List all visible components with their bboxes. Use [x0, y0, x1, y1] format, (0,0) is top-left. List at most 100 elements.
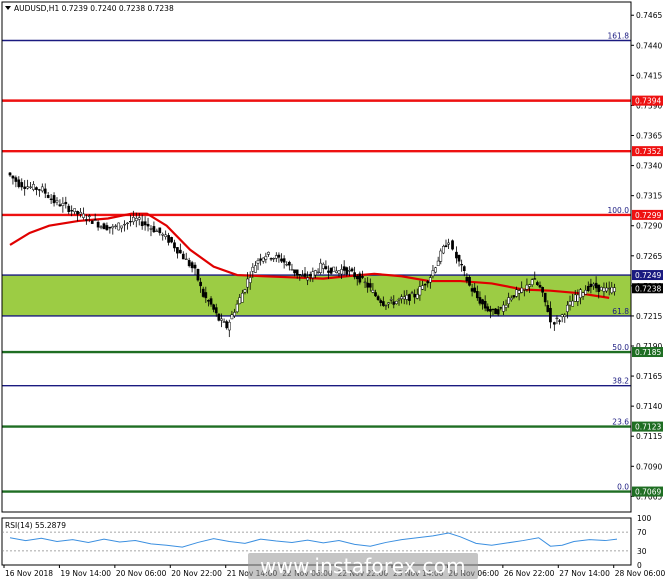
- price-tag-label: 0.7394: [635, 97, 661, 106]
- y-tick-label: 0.7440: [636, 41, 662, 50]
- price-tag-label: 0.7123: [635, 423, 661, 432]
- candle-body: [79, 211, 82, 215]
- candle-body: [592, 283, 595, 286]
- candle-body: [311, 271, 315, 279]
- candle-body: [610, 287, 614, 294]
- candle-body: [512, 295, 516, 298]
- candle-body: [61, 203, 65, 206]
- candle-body: [439, 250, 443, 262]
- candle-body: [288, 261, 291, 266]
- candle-body: [179, 249, 182, 254]
- candle-body: [102, 223, 106, 230]
- candle-body: [584, 289, 588, 295]
- x-tick-label: 20 Nov 22:00: [171, 569, 222, 578]
- candle-body: [376, 296, 380, 300]
- y-tick-label: 0.7140: [636, 402, 662, 411]
- candle-body: [85, 219, 88, 221]
- price-tag-label: 0.7352: [635, 147, 661, 156]
- candle-body: [366, 282, 370, 288]
- candle-body: [259, 258, 262, 261]
- candle-body: [117, 222, 121, 231]
- candle-body: [353, 272, 356, 278]
- candle-body: [90, 220, 94, 224]
- candle-body: [468, 276, 471, 286]
- candle-body: [129, 220, 132, 223]
- candle-body: [334, 270, 338, 273]
- candle-body: [295, 269, 299, 276]
- candle-body: [187, 260, 191, 267]
- candle-body: [261, 257, 265, 262]
- candle-body: [337, 270, 341, 274]
- candle-body: [214, 307, 218, 314]
- candle-body: [486, 306, 490, 312]
- rsi-tick-label: 30: [637, 547, 647, 556]
- candle-body: [26, 186, 29, 189]
- candle-body: [99, 226, 103, 228]
- candle-body: [319, 262, 323, 273]
- candle-body: [451, 240, 454, 250]
- y-tick-label: 0.7340: [636, 162, 662, 171]
- candle-body: [389, 299, 393, 301]
- candle-body: [167, 235, 170, 243]
- candle-body: [49, 198, 53, 200]
- candle-body: [465, 277, 469, 282]
- candle-body: [176, 247, 179, 254]
- candle-body: [143, 221, 147, 226]
- candle-body: [374, 292, 377, 297]
- candle-body: [581, 292, 585, 297]
- price-tag-label: 0.7069: [635, 488, 661, 497]
- candle-body: [269, 258, 273, 260]
- candle-body: [358, 273, 362, 283]
- price-chart-svg: 161.8 100.0 61.8 50.0 38.2 23.6 0.0 0.7465 0.744…: [0, 0, 665, 582]
- candle-body: [397, 298, 401, 301]
- candle-body: [190, 262, 194, 269]
- fib-label: 23.6: [612, 418, 629, 427]
- candle-body: [442, 246, 445, 254]
- current-price-label: 0.7238: [635, 284, 661, 293]
- candle-body: [123, 223, 126, 226]
- candle-body: [43, 188, 47, 194]
- candle-body: [324, 266, 328, 270]
- candle-body: [293, 269, 296, 274]
- candle-body: [520, 287, 524, 293]
- candle-body: [552, 322, 556, 325]
- candle-body: [543, 292, 547, 303]
- candle-body: [264, 256, 268, 260]
- candle-body: [415, 294, 419, 299]
- fib-label: 50.0: [612, 343, 629, 352]
- candle-body: [402, 296, 406, 300]
- candle-body: [14, 177, 18, 182]
- candle-body: [111, 226, 115, 229]
- candle-body: [11, 175, 15, 179]
- candle-body: [605, 287, 608, 292]
- candle-body: [126, 222, 129, 225]
- candle-body: [568, 301, 572, 306]
- candle-body: [413, 293, 417, 298]
- price-tag-label: 0.7185: [635, 348, 661, 357]
- candle-body: [504, 304, 508, 308]
- candle-body: [23, 186, 27, 189]
- candle-body: [158, 227, 162, 234]
- candle-body: [38, 189, 41, 191]
- candle-body: [29, 186, 32, 188]
- candle-body: [507, 297, 511, 305]
- candle-body: [164, 234, 168, 238]
- candle-body: [528, 284, 531, 287]
- candle-body: [444, 245, 448, 248]
- candle-body: [306, 277, 309, 281]
- candle-body: [546, 305, 550, 312]
- candle-body: [342, 266, 346, 271]
- candle-body: [246, 278, 249, 288]
- candle-body: [560, 314, 564, 318]
- candle-body: [481, 299, 484, 305]
- candle-body: [387, 302, 390, 305]
- candle-body: [494, 308, 497, 315]
- candle-body: [64, 201, 68, 205]
- candle-body: [421, 285, 424, 290]
- candle-body: [517, 290, 521, 294]
- candle-body: [536, 282, 539, 286]
- y-tick-label: 0.7215: [636, 312, 662, 321]
- candle-body: [340, 269, 343, 275]
- candle-body: [46, 195, 50, 198]
- price-tag-label: 0.7299: [635, 211, 661, 220]
